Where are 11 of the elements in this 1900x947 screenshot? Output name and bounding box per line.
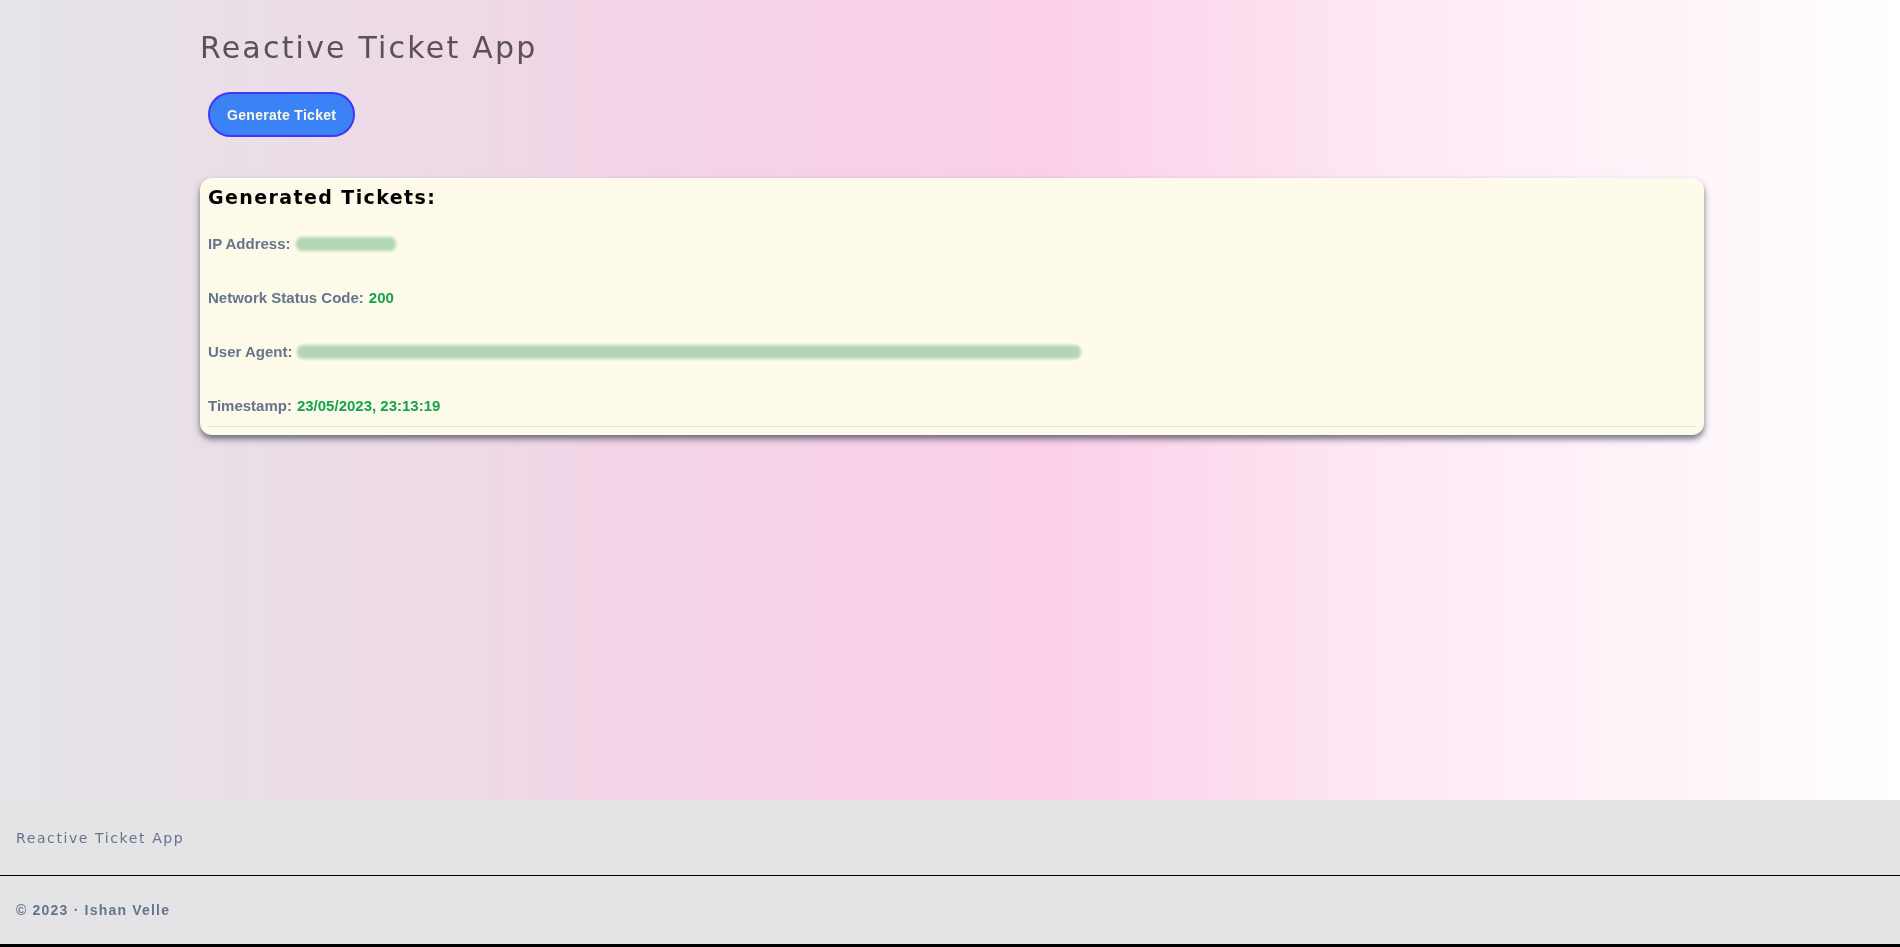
field-label: IP Address: <box>208 234 291 254</box>
field-label: Network Status Code: <box>208 288 364 308</box>
field-value: 23/05/2023, 23:13:19 <box>296 396 441 416</box>
generate-ticket-button[interactable]: Generate Ticket <box>208 92 356 137</box>
field-value: 200 <box>368 288 394 308</box>
app-title: Reactive Ticket App <box>200 29 538 67</box>
copyright-text: © 2023 · Ishan Velle <box>16 902 171 918</box>
field-label: User Agent: <box>208 342 293 362</box>
footer-brand: Reactive Ticket App <box>16 829 185 846</box>
field-label: Timestamp: <box>208 396 292 416</box>
card-heading: Generated Tickets: <box>208 185 438 210</box>
